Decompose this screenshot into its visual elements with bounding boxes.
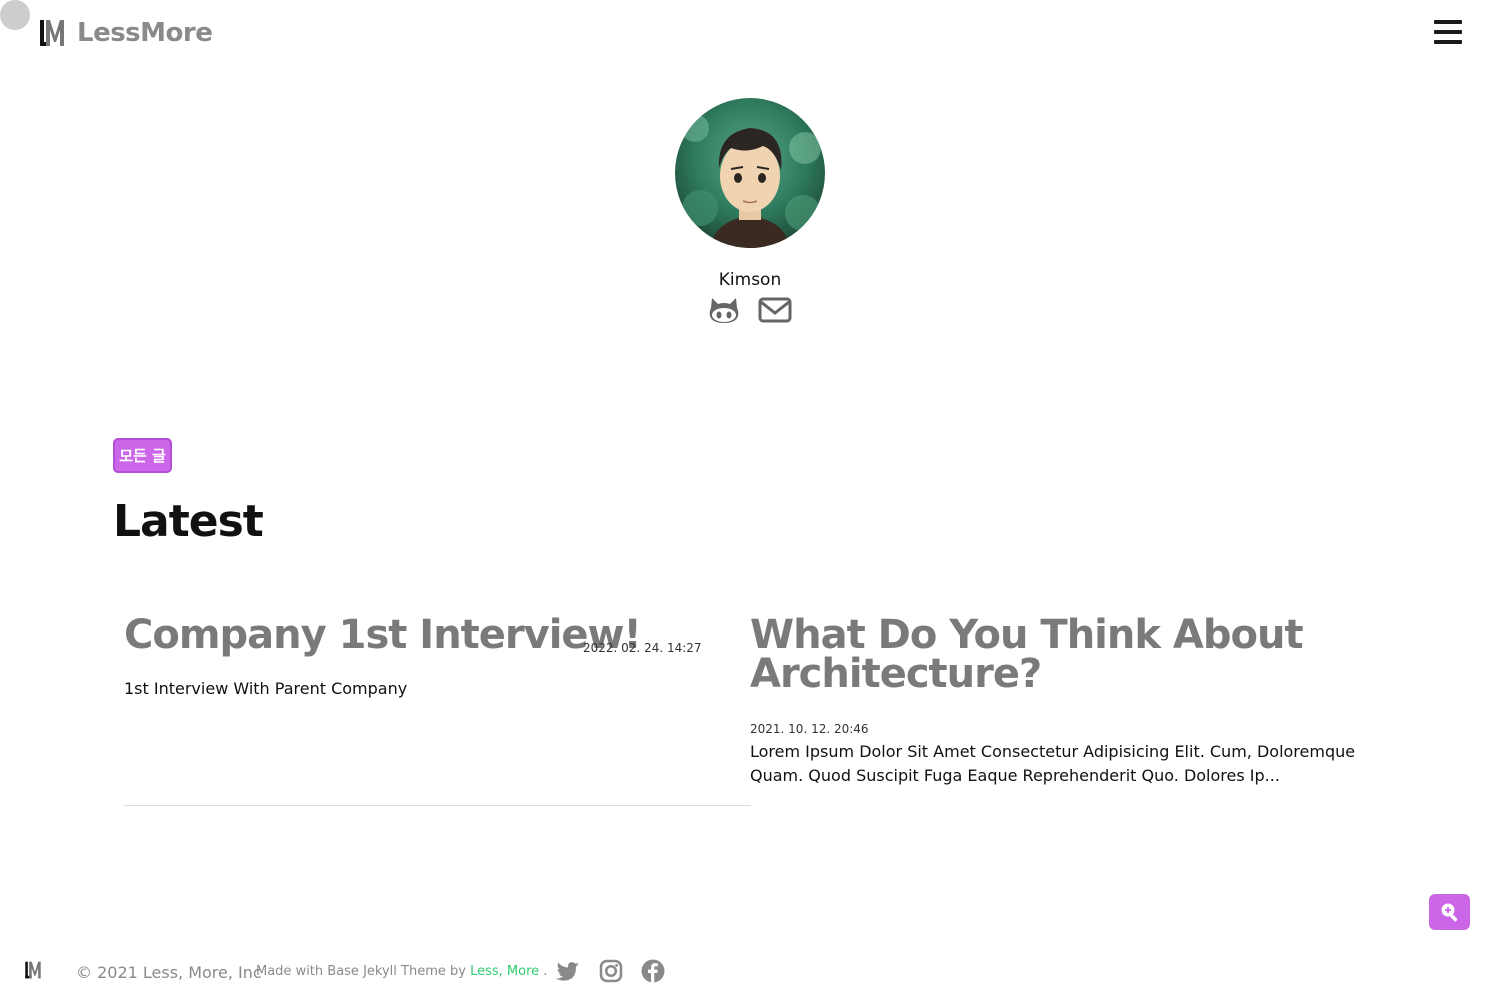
post-excerpt: Lorem Ipsum Dolor Sit Amet Consectetur A… bbox=[750, 742, 1356, 785]
post-divider bbox=[124, 805, 751, 806]
post-title[interactable]: What Do You Think About Architecture? bbox=[750, 615, 1390, 694]
hamburger-icon[interactable] bbox=[1434, 20, 1462, 48]
author-name: Kimson bbox=[718, 270, 782, 290]
author-profile: Kimson bbox=[600, 98, 900, 324]
footer-logo-icon[interactable] bbox=[24, 960, 42, 980]
github-icon[interactable] bbox=[708, 296, 740, 324]
post-title[interactable]: Company 1st Interview! bbox=[124, 612, 642, 658]
made-suffix: . bbox=[543, 964, 548, 979]
section-title: Latest bbox=[113, 496, 264, 547]
search-zoom-icon bbox=[1441, 903, 1457, 922]
facebook-icon[interactable] bbox=[640, 958, 666, 984]
made-prefix: Made with Base Jekyll Theme by bbox=[256, 964, 466, 979]
made-with-text: Made with Base Jekyll Theme by Less, Mor… bbox=[256, 964, 547, 979]
post-date: 2022. 02. 24. 14:27 bbox=[583, 641, 702, 655]
post-excerpt: 1st Interview With Parent Company bbox=[124, 679, 408, 698]
search-button[interactable] bbox=[1429, 894, 1470, 930]
category-tag[interactable]: 모든 글 bbox=[113, 438, 172, 473]
twitter-icon[interactable] bbox=[555, 958, 581, 984]
mail-icon[interactable] bbox=[758, 296, 792, 324]
post-date: 2021. 10. 12. 20:46 bbox=[750, 722, 869, 736]
top-navigation: LessMore bbox=[0, 0, 1500, 70]
instagram-icon[interactable] bbox=[598, 958, 624, 984]
logo-icon[interactable] bbox=[38, 18, 66, 48]
theme-author-link[interactable]: Less, More bbox=[470, 964, 539, 979]
brand-name[interactable]: LessMore bbox=[77, 18, 213, 48]
avatar bbox=[675, 98, 825, 248]
copyright-text: © 2021 Less, More, Inc bbox=[76, 963, 262, 982]
author-social-links bbox=[600, 296, 900, 324]
